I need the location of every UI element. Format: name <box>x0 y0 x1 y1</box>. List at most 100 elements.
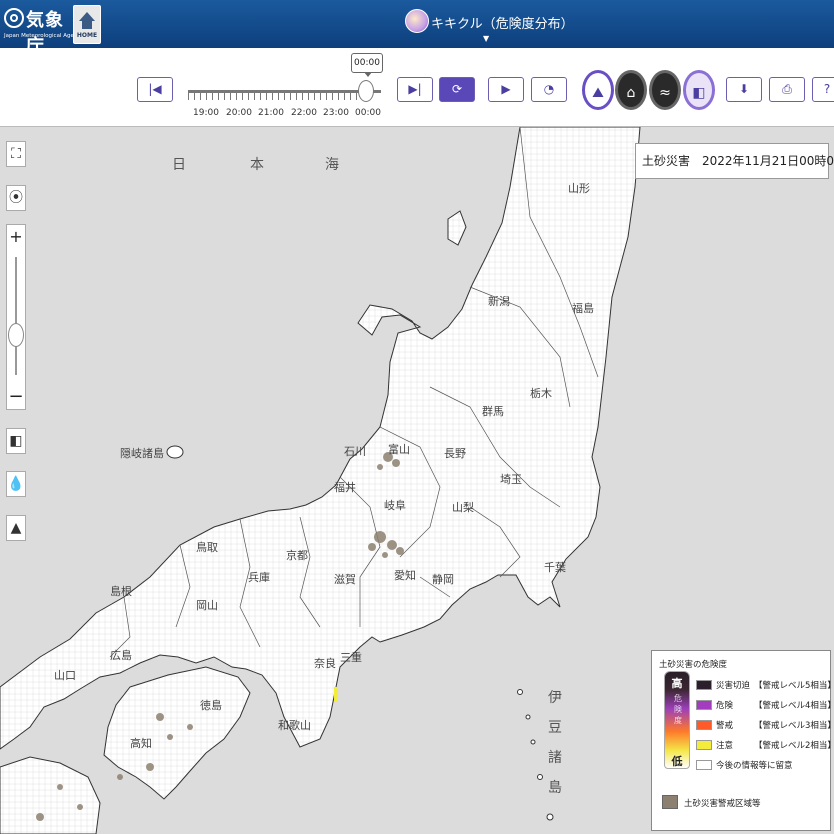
prefecture-label: 奈良 <box>314 657 336 670</box>
kikikuru-icon <box>405 9 429 33</box>
fullscreen-button[interactable]: ⛶ <box>6 141 26 167</box>
shikoku-landmass <box>103 666 251 800</box>
product-title: キキクル（危険度分布） <box>431 17 574 32</box>
tick-label: 20:00 <box>226 108 252 118</box>
caution-area <box>334 687 338 701</box>
tick-label: 22:00 <box>291 108 317 118</box>
sado-island <box>447 210 467 246</box>
speed-button[interactable]: ◔ <box>531 77 567 102</box>
prefecture-label: 千葉 <box>544 561 566 574</box>
prefecture-label: 山形 <box>568 182 590 195</box>
time-slider-ticks <box>188 92 366 100</box>
zoom-out-button[interactable]: − <box>7 386 25 407</box>
app-header: 気象庁 Japan Meteorological Agency HOME キキク… <box>0 0 834 57</box>
prefecture-label: 群馬 <box>482 405 504 418</box>
legend-mid-label: 危険度 <box>674 694 682 725</box>
tick-label: 19:00 <box>193 108 219 118</box>
time-slider-thumb[interactable] <box>358 80 374 102</box>
print-button[interactable]: ⎙ <box>769 77 805 102</box>
legend-row: 危険 【警戒レベル4相当】 <box>696 699 834 711</box>
prefecture-label: 高知 <box>130 737 152 750</box>
flood-icon[interactable]: ⌂ <box>615 70 647 110</box>
prefecture-label: 岡山 <box>196 599 218 612</box>
izu-label: 島 <box>548 780 562 796</box>
kyushu-landmass <box>0 756 101 834</box>
legend-area-swatch <box>662 795 678 809</box>
prefecture-label: 福井 <box>334 481 356 494</box>
legend-swatch <box>696 760 712 770</box>
tick-label: 00:00 <box>355 108 381 118</box>
home-icon <box>79 12 95 21</box>
chevron-down-icon: ▼ <box>483 34 490 43</box>
prefecture-label: 山口 <box>54 669 76 682</box>
map-icon[interactable]: ◧ <box>683 70 715 110</box>
prefecture-label: 福島 <box>572 302 594 315</box>
map-date-label: 土砂災害 2022年11月21日00時00分 <box>635 143 834 179</box>
latest-button[interactable]: ⟳ <box>439 77 475 102</box>
landslide-icon[interactable]: ⛰ <box>582 70 614 110</box>
prefecture-label: 埼玉 <box>500 473 522 486</box>
help-button[interactable]: ? <box>812 77 834 102</box>
legend-low-label: 低 <box>671 755 683 768</box>
prefecture-label: 富山 <box>388 443 410 456</box>
sea-label: 日 <box>172 157 186 173</box>
legend-swatch <box>696 720 712 730</box>
hazard-map[interactable]: 土砂災害 2022年11月21日00時00分 日 本 海 伊 豆 諸 島 隠岐諸… <box>0 127 834 834</box>
prefecture-label: 和歌山 <box>278 719 311 732</box>
prefecture-label: 京都 <box>286 549 308 562</box>
zoom-slider-rail[interactable] <box>15 257 17 375</box>
legend-swatch <box>696 740 712 750</box>
prefecture-label: 兵庫 <box>248 571 270 584</box>
download-button[interactable]: ⬇ <box>726 77 762 102</box>
prefecture-label: 滋賀 <box>334 573 356 586</box>
prefecture-label: 山梨 <box>452 501 474 514</box>
river-icon[interactable]: ≈ <box>649 70 681 110</box>
prefecture-label: 静岡 <box>432 573 454 586</box>
base-map-button[interactable]: ◧ <box>6 428 26 454</box>
play-button[interactable]: ▶ <box>488 77 524 102</box>
tick-label: 23:00 <box>323 108 349 118</box>
terrain-layer-button[interactable]: ▲ <box>6 515 26 541</box>
legend-title: 土砂災害の危険度 <box>659 660 728 670</box>
tick-label: 21:00 <box>258 108 284 118</box>
izu-label: 伊 <box>548 690 562 706</box>
last-frame-button[interactable]: ▶| <box>397 77 433 102</box>
prefecture-label: 新潟 <box>488 295 510 308</box>
prefecture-label: 長野 <box>444 447 466 460</box>
jma-logo[interactable]: 気象庁 Japan Meteorological Agency <box>4 6 84 57</box>
rain-layer-button[interactable]: 💧 <box>6 471 26 497</box>
legend-row: 警戒 【警戒レベル3相当】 <box>696 719 834 731</box>
agency-name-en: Japan Meteorological Agency <box>4 33 84 39</box>
legend-swatch <box>696 700 712 710</box>
zoom-slider-knob[interactable] <box>8 323 24 347</box>
map-legend: 土砂災害の危険度 高 危険度 低 災害切迫 【警戒レベル5相当】 危険 【警戒レ… <box>651 650 834 831</box>
home-button[interactable]: HOME <box>73 5 101 44</box>
prefecture-label: 三重 <box>340 651 362 664</box>
prefecture-label: 石川 <box>344 445 366 458</box>
prefecture-label: 愛知 <box>394 569 416 582</box>
legend-row: 災害切迫 【警戒レベル5相当】 <box>696 679 834 691</box>
first-frame-button[interactable]: |◀ <box>137 77 173 102</box>
izu-label: 豆 <box>548 720 562 736</box>
legend-area-label: 土砂災害警戒区域等 <box>684 799 761 809</box>
legend-row: 注意 【警戒レベル2相当】 <box>696 739 834 751</box>
sea-label: 本 <box>250 157 264 173</box>
current-time-bubble: 00:00 <box>351 53 383 77</box>
location-button[interactable]: ⦿ <box>6 185 26 211</box>
zoom-in-button[interactable]: + <box>7 227 25 246</box>
prefecture-label: 岐阜 <box>384 499 406 512</box>
island-label: 隠岐諸島 <box>120 447 164 460</box>
zoom-control: + − <box>6 224 26 410</box>
legend-row: 今後の情報等に留意 <box>696 759 830 771</box>
prefecture-label: 広島 <box>110 649 132 662</box>
oki-island <box>166 445 184 459</box>
sea-label: 海 <box>325 157 339 173</box>
jma-emblem-icon <box>4 8 24 28</box>
legend-high-label: 高 <box>671 677 683 690</box>
home-label: HOME <box>76 32 98 39</box>
legend-swatch <box>696 680 712 690</box>
time-toolbar: |◀ 00:00 19:00 20:00 21:00 22:00 23:00 0… <box>0 48 834 127</box>
izu-label: 諸 <box>548 750 562 766</box>
prefecture-label: 徳島 <box>200 699 222 712</box>
prefecture-label: 栃木 <box>530 387 552 400</box>
